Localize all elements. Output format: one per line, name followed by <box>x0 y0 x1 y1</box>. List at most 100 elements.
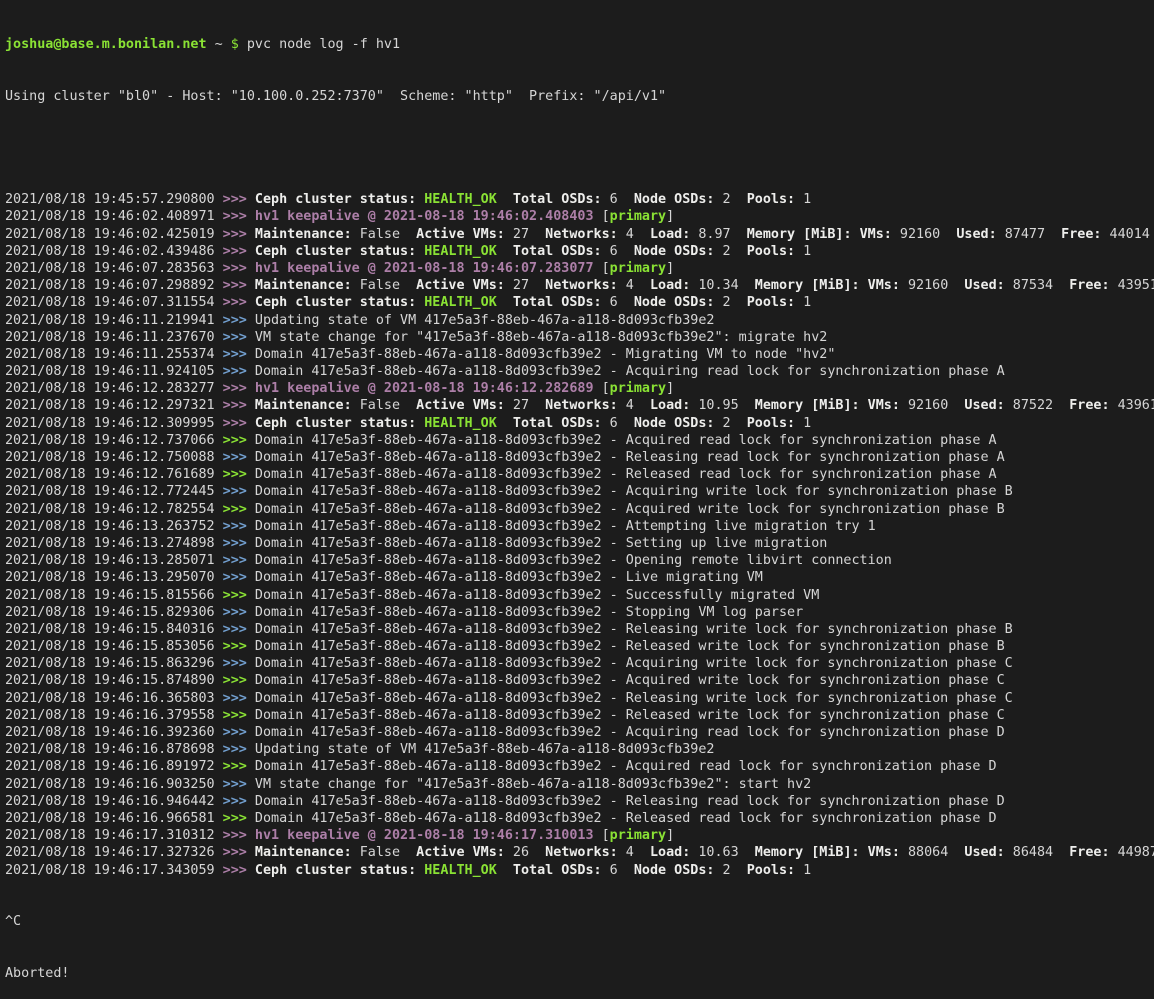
log-text-segment: [ <box>594 209 610 224</box>
log-line: 2021/08/18 19:46:12.772445 >>> Domain 41… <box>5 483 1154 500</box>
log-timestamp: 2021/08/18 19:46:02.425019 <box>5 227 223 242</box>
log-text-segment: Node OSDs: <box>634 192 715 207</box>
log-timestamp: 2021/08/18 19:46:13.285071 <box>5 553 223 568</box>
log-text-segment: HEALTH_OK <box>424 863 497 878</box>
log-text-segment: Active VMs: <box>416 278 505 293</box>
interrupt-text: ^C <box>5 914 21 929</box>
screen: { "colors": { "bg": "#1c1c1c", "fg": "#d… <box>0 0 1154 774</box>
log-timestamp: 2021/08/18 19:46:12.772445 <box>5 484 223 499</box>
log-marker-icon: >>> <box>223 673 255 688</box>
log-text-segment: 44987 <box>1110 845 1154 860</box>
log-line: 2021/08/18 19:46:11.219941 >>> Updating … <box>5 312 1154 329</box>
log-text-segment: ] <box>666 381 674 396</box>
log-text-segment: 87534 <box>1005 278 1070 293</box>
log-marker-icon: >>> <box>223 845 255 860</box>
log-line: 2021/08/18 19:46:02.425019 >>> Maintenan… <box>5 226 1154 243</box>
log-text-segment: Used: <box>956 227 996 242</box>
log-line: 2021/08/18 19:46:07.298892 >>> Maintenan… <box>5 277 1154 294</box>
log-line: 2021/08/18 19:46:13.285071 >>> Domain 41… <box>5 552 1154 569</box>
log-text-segment <box>416 863 424 878</box>
log-text-segment: Domain 417e5a3f-88eb-467a-a118-8d093cfb3… <box>255 433 997 448</box>
log-text-segment: False <box>352 398 417 413</box>
log-line: 2021/08/18 19:46:16.365803 >>> Domain 41… <box>5 690 1154 707</box>
prompt-user-host: joshua@base.m.bonilan.net <box>5 37 207 52</box>
log-marker-icon: >>> <box>223 467 255 482</box>
log-text-segment: [ <box>594 381 610 396</box>
log-text-segment: Ceph cluster status: <box>255 295 416 310</box>
log-marker-icon: >>> <box>223 519 255 534</box>
log-marker-icon: >>> <box>223 364 255 379</box>
log-text-segment: Active VMs: <box>416 227 505 242</box>
log-text-segment: 27 <box>505 398 545 413</box>
log-text-segment: Memory [MiB]: <box>755 278 860 293</box>
log-marker-icon: >>> <box>223 261 255 276</box>
log-text-segment: HEALTH_OK <box>424 416 497 431</box>
log-text-segment: 87522 <box>1005 398 1070 413</box>
log-timestamp: 2021/08/18 19:46:12.761689 <box>5 467 223 482</box>
log-line: 2021/08/18 19:46:12.750088 >>> Domain 41… <box>5 449 1154 466</box>
log-text-segment <box>497 295 513 310</box>
log-text-segment: Used: <box>964 398 1004 413</box>
log-text-segment <box>497 416 513 431</box>
log-text-segment: Ceph cluster status: <box>255 192 416 207</box>
log-text-segment: Updating state of VM 417e5a3f-88eb-467a-… <box>255 742 715 757</box>
log-text-segment: 1 <box>795 416 811 431</box>
log-line: 2021/08/18 19:46:15.829306 >>> Domain 41… <box>5 604 1154 621</box>
log-marker-icon: >>> <box>223 708 255 723</box>
log-marker-icon: >>> <box>223 777 255 792</box>
log-timestamp: 2021/08/18 19:46:11.255374 <box>5 347 223 362</box>
log-text-segment: 10.95 <box>690 398 755 413</box>
log-text-segment: Pools: <box>747 416 795 431</box>
log-text-segment: False <box>352 845 417 860</box>
log-text-segment: Pools: <box>747 244 795 259</box>
log-marker-icon: >>> <box>223 742 255 757</box>
log-timestamp: 2021/08/18 19:46:13.295070 <box>5 570 223 585</box>
log-text-segment: Pools: <box>747 295 795 310</box>
log-timestamp: 2021/08/18 19:46:02.408971 <box>5 209 223 224</box>
log-text-segment: Load: <box>650 845 690 860</box>
log-text-segment: VMs: <box>868 278 900 293</box>
log-marker-icon: >>> <box>223 450 255 465</box>
log-marker-icon: >>> <box>223 278 255 293</box>
log-text-segment: Domain 417e5a3f-88eb-467a-a118-8d093cfb3… <box>255 450 1005 465</box>
log-text-segment: 44014 <box>1101 227 1149 242</box>
prompt-command: pvc node log -f hv1 <box>247 37 400 52</box>
log-text-segment: Ceph cluster status: <box>255 416 416 431</box>
log-text-segment: Total OSDs: <box>513 863 602 878</box>
terminal-window[interactable]: joshua@base.m.bonilan.net ~ $ pvc node l… <box>0 0 1154 999</box>
log-timestamp: 2021/08/18 19:46:07.311554 <box>5 295 223 310</box>
log-text-segment: Domain 417e5a3f-88eb-467a-a118-8d093cfb3… <box>255 484 1013 499</box>
log-text-segment: Domain 417e5a3f-88eb-467a-a118-8d093cfb3… <box>255 725 1005 740</box>
log-text-segment: Free: <box>1061 227 1101 242</box>
log-text-segment <box>497 863 513 878</box>
log-text-segment: 4 <box>618 227 650 242</box>
log-text-segment: 92160 <box>900 398 965 413</box>
log-text-segment: HEALTH_OK <box>424 295 497 310</box>
log-marker-icon: >>> <box>223 691 255 706</box>
log-text-segment: Total OSDs: <box>513 192 602 207</box>
log-text-segment: Networks: <box>545 278 618 293</box>
log-text-segment: primary <box>610 828 666 843</box>
log-marker-icon: >>> <box>223 570 255 585</box>
log-line: 2021/08/18 19:46:16.946442 >>> Domain 41… <box>5 793 1154 810</box>
log-marker-icon: >>> <box>223 244 255 259</box>
log-text-segment <box>860 398 868 413</box>
log-text-segment: Networks: <box>545 398 618 413</box>
log-text-segment: Memory [MiB]: <box>755 845 860 860</box>
log-marker-icon: >>> <box>223 725 255 740</box>
log-text-segment: [ <box>594 828 610 843</box>
log-timestamp: 2021/08/18 19:46:15.815566 <box>5 588 223 603</box>
log-text-segment: Free: <box>1069 845 1109 860</box>
log-timestamp: 2021/08/18 19:46:17.327326 <box>5 845 223 860</box>
log-marker-icon: >>> <box>223 398 255 413</box>
log-text-segment: Load: <box>650 278 690 293</box>
log-text-segment: Total OSDs: <box>513 295 602 310</box>
log-text-segment: False <box>352 278 417 293</box>
log-marker-icon: >>> <box>223 381 255 396</box>
log-text-segment: VMs: <box>868 845 900 860</box>
log-line: 2021/08/18 19:46:17.343059 >>> Ceph clus… <box>5 862 1154 879</box>
log-timestamp: 2021/08/18 19:46:13.263752 <box>5 519 223 534</box>
log-line: 2021/08/18 19:46:11.924105 >>> Domain 41… <box>5 363 1154 380</box>
log-text-segment: Domain 417e5a3f-88eb-467a-a118-8d093cfb3… <box>255 622 1013 637</box>
log-text-segment: VM state change for "417e5a3f-88eb-467a-… <box>255 777 811 792</box>
